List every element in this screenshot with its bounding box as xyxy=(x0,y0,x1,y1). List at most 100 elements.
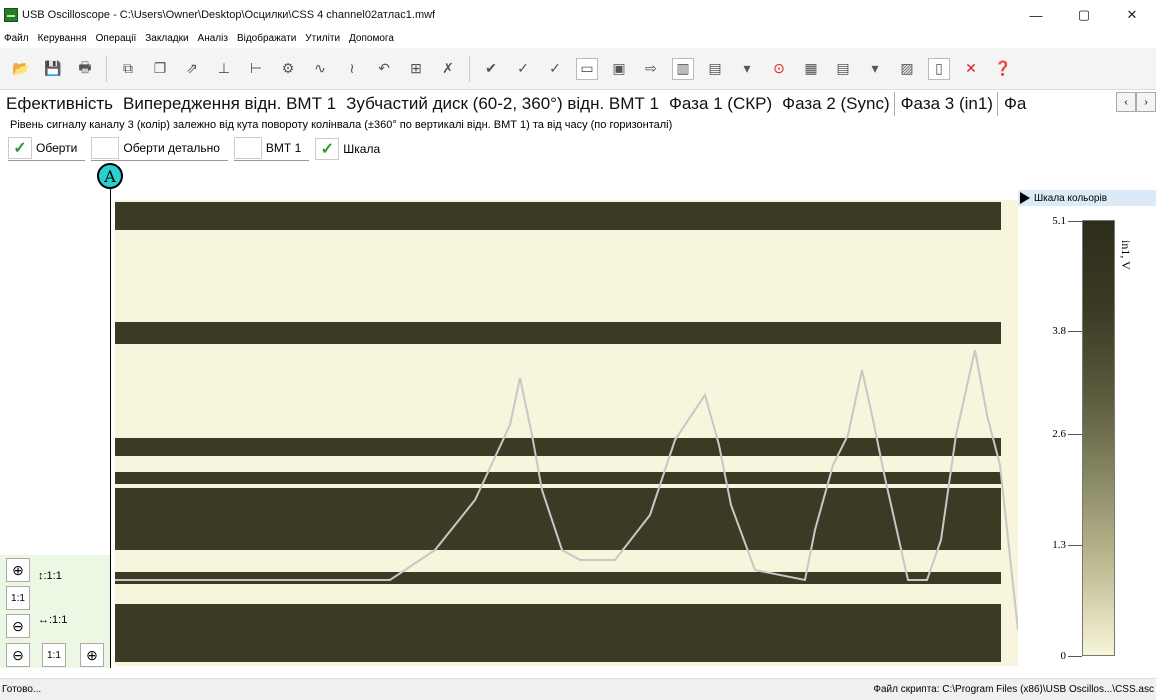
tab-advance[interactable]: Випередження відн. ВМТ 1 xyxy=(117,92,340,116)
tab-scroll-controls: ‹ › xyxy=(1116,92,1156,112)
script-path: Файл скрипта: C:\Program Files (x86)\USB… xyxy=(873,684,1154,695)
check-icon[interactable]: ✔ xyxy=(480,58,502,80)
color-scale-tick xyxy=(1068,656,1082,657)
tab-phase-2[interactable]: Фаза 2 (Sync) xyxy=(776,92,893,116)
close-button[interactable]: ✕ xyxy=(1108,0,1156,30)
plot-background xyxy=(115,200,1018,666)
wave-icon[interactable]: ≀ xyxy=(341,58,363,80)
tab-phase-next[interactable]: Фа xyxy=(998,92,1030,116)
menu-view[interactable]: Відображати xyxy=(237,33,296,44)
filter-icon[interactable]: ⚙ xyxy=(277,58,299,80)
close-document-icon[interactable]: ✕ xyxy=(960,58,982,80)
display-options: ✓ Оберти Оберти детально ВМТ 1 ✓ Шкала xyxy=(8,136,394,162)
option-rotations-detail[interactable]: Оберти детально xyxy=(91,137,228,161)
menu-help[interactable]: Допомога xyxy=(349,33,394,44)
menu-operations[interactable]: Операції xyxy=(96,33,137,44)
signal-band xyxy=(115,202,1001,230)
color-scale-tick-label: 3.8 xyxy=(1052,325,1066,337)
zoom-out-horizontal-button[interactable]: ⊖ xyxy=(6,643,30,667)
vertical-ratio-label: ↕:1:1 xyxy=(38,570,62,582)
export-icon[interactable]: ⇨ xyxy=(640,58,662,80)
zoom-reset-horizontal-button[interactable]: 1:1 xyxy=(42,643,66,667)
measure-icon[interactable]: ⊞ xyxy=(405,58,427,80)
marker-a[interactable]: A xyxy=(97,163,123,189)
status-bar: Готово... Файл скрипта: C:\Program Files… xyxy=(0,678,1156,700)
undo-icon[interactable]: ↶ xyxy=(373,58,395,80)
zoom-out-vertical-button[interactable]: ⊖ xyxy=(6,614,30,638)
rotations-detail-checkbox[interactable] xyxy=(91,137,120,159)
collapse-triangle-icon[interactable] xyxy=(1020,192,1030,204)
menu-bookmarks[interactable]: Закладки xyxy=(145,33,188,44)
horizontal-ratio-label: ↔:1:1 xyxy=(38,614,68,626)
stop-icon[interactable]: ⊙ xyxy=(768,58,790,80)
color-scale-bar xyxy=(1082,220,1115,656)
tab-efficiency[interactable]: Ефективність xyxy=(0,92,117,116)
color-scale-tick xyxy=(1068,221,1082,222)
signal-band xyxy=(115,322,1001,344)
toolbar-separator xyxy=(106,55,107,82)
zoom-panel: ⊕ ↕:1:1 1:1 ⊖ ↔:1:1 ⊖ 1:1 ⊕ xyxy=(0,555,110,668)
menu-file[interactable]: Файл xyxy=(4,33,29,44)
cursor-icon[interactable]: ⊢ xyxy=(245,58,267,80)
delete-measure-icon[interactable]: ✗ xyxy=(437,58,459,80)
tdc-checkbox[interactable] xyxy=(233,137,262,159)
rotations-checkbox[interactable]: ✓ xyxy=(8,137,32,159)
menu-utilities[interactable]: Утиліти xyxy=(305,33,340,44)
scale-label: Шкала xyxy=(343,141,381,156)
dropdown-arrow-icon[interactable]: ▾ xyxy=(864,58,886,80)
settings-panel-icon[interactable]: ▤ xyxy=(832,58,854,80)
menu-bar: Файл Керування Операції Закладки Аналіз … xyxy=(0,30,1156,46)
ground-icon[interactable]: ⊥ xyxy=(213,58,235,80)
status-text: Готово... xyxy=(2,684,42,695)
option-rotations[interactable]: ✓ Оберти xyxy=(8,137,86,161)
atlas-plot[interactable] xyxy=(115,200,1018,666)
zoom-in-horizontal-button[interactable]: ⊕ xyxy=(80,643,104,667)
check-down-icon[interactable]: ✓ xyxy=(512,58,534,80)
tab-phase-1[interactable]: Фаза 1 (СКР) xyxy=(663,92,776,116)
chart-icon[interactable]: ▨ xyxy=(896,58,918,80)
tab-phase-3[interactable]: Фаза 3 (in1) xyxy=(893,92,998,116)
color-scale-unit: in1, V xyxy=(1119,240,1133,270)
menu-analysis[interactable]: Аналіз xyxy=(198,33,228,44)
script-icon[interactable]: ▤ xyxy=(704,58,726,80)
tdc-label: ВМТ 1 xyxy=(265,141,302,155)
copy-image-icon[interactable]: ⧉ xyxy=(117,58,139,80)
option-tdc[interactable]: ВМТ 1 xyxy=(233,137,310,161)
analysis-tabs: Ефективність Випередження відн. ВМТ 1 Зу… xyxy=(0,92,1156,116)
toolbar: 📂 💾 🖶 ⧉ ❐ ⇗ ⊥ ⊢ ⚙ ∿ ≀ ↶ ⊞ ✗ ✔ ✓ ✓ ▭ ▣ ⇨ … xyxy=(0,48,1156,90)
frame-icon[interactable]: ▣ xyxy=(608,58,630,80)
copy-icon[interactable]: ❐ xyxy=(149,58,171,80)
save-icon[interactable]: 💾 xyxy=(42,58,64,80)
tab-scroll-left-icon[interactable]: ‹ xyxy=(1116,92,1136,112)
dropdown-arrow-icon[interactable]: ▾ xyxy=(736,58,758,80)
maximize-button[interactable]: ▢ xyxy=(1060,0,1108,30)
color-scale-header[interactable]: Шкала кольорів xyxy=(1018,190,1156,206)
zoom-in-vertical-button[interactable]: ⊕ xyxy=(6,558,30,582)
marker-a-line[interactable] xyxy=(110,188,111,668)
document-icon[interactable]: ▭ xyxy=(576,57,598,80)
paste-icon[interactable]: ⇗ xyxy=(181,58,203,80)
channel-icon[interactable]: ▦ xyxy=(800,58,822,80)
signal-icon[interactable]: ∿ xyxy=(309,58,331,80)
open-file-icon[interactable]: 📂 xyxy=(10,58,32,80)
help-icon[interactable]: ❓ xyxy=(992,58,1014,80)
scale-checkbox[interactable]: ✓ xyxy=(315,137,340,160)
minimize-button[interactable]: — xyxy=(1012,0,1060,30)
color-scale-tick-label: 1.3 xyxy=(1052,539,1066,551)
zoom-reset-vertical-button[interactable]: 1:1 xyxy=(6,586,30,610)
tab-scroll-right-icon[interactable]: › xyxy=(1136,92,1156,112)
plot-description: Рівень сигналу каналу 3 (колір) залежно … xyxy=(10,119,673,131)
option-scale[interactable]: ✓ Шкала xyxy=(315,137,388,161)
color-scale-tick xyxy=(1068,545,1082,546)
window-controls: — ▢ ✕ xyxy=(1012,0,1156,30)
check-all-icon[interactable]: ✓ xyxy=(544,58,566,80)
title-bar: USB Oscilloscope - C:\Users\Owner\Deskto… xyxy=(0,0,1156,30)
app-oscilloscope-icon xyxy=(4,8,18,22)
page-icon[interactable]: ▯ xyxy=(928,57,950,80)
color-scale-tick xyxy=(1068,331,1082,332)
atlas-icon[interactable]: ▥ xyxy=(672,57,694,80)
menu-control[interactable]: Керування xyxy=(38,33,87,44)
tab-toothed-wheel[interactable]: Зубчастий диск (60-2, 360°) відн. ВМТ 1 xyxy=(340,92,663,116)
print-icon[interactable]: 🖶 xyxy=(74,58,96,80)
signal-band xyxy=(115,572,1001,584)
